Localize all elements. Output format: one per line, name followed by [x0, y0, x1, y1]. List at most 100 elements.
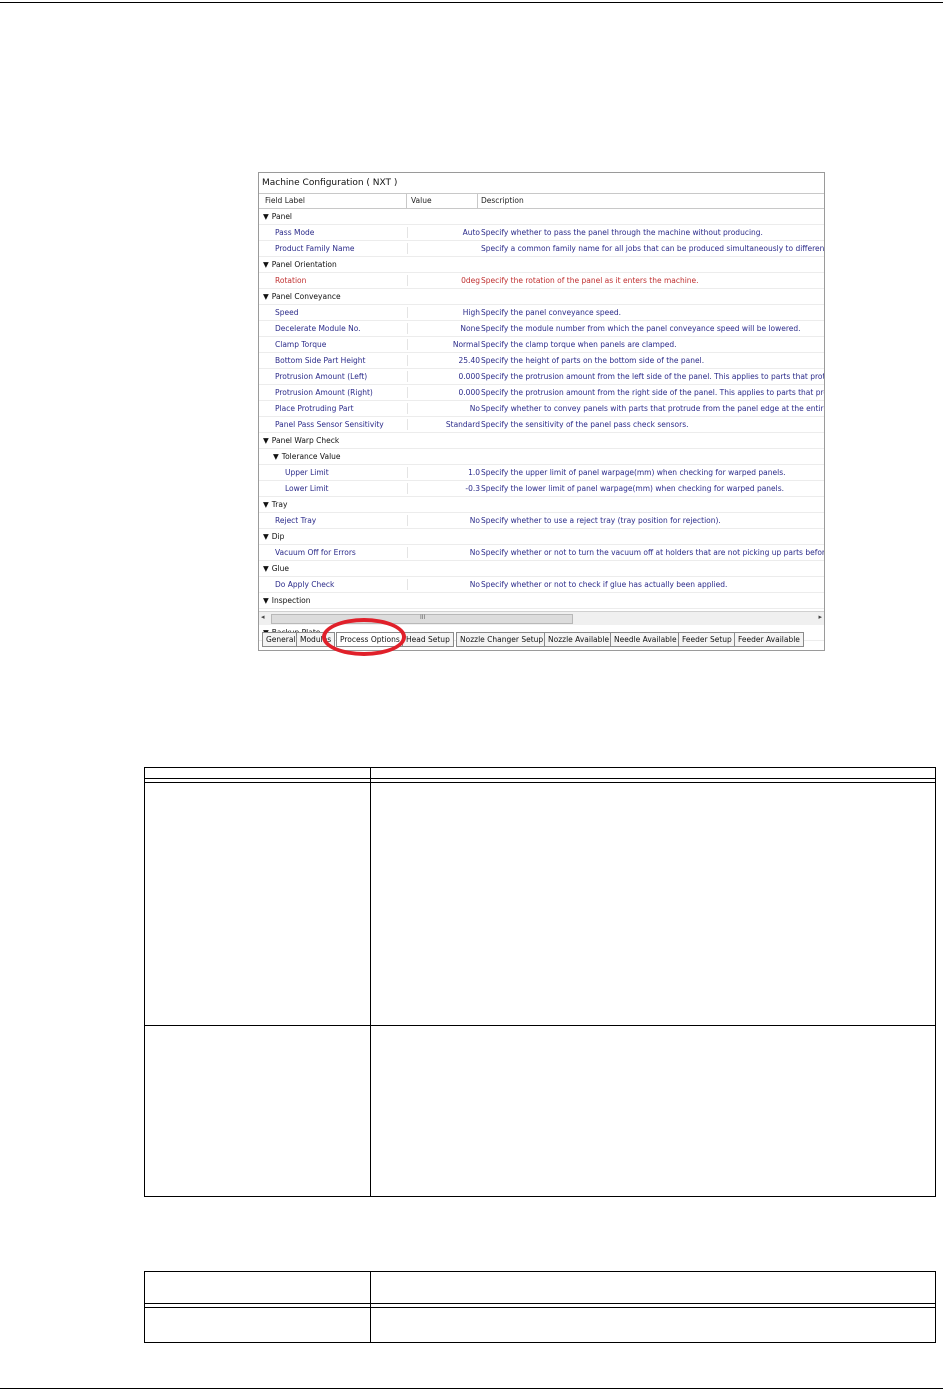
row-label: ▼ Panel	[263, 212, 293, 221]
row-description: Specify the panel conveyance speed.	[481, 308, 622, 317]
window-title: Machine Configuration ( NXT )	[259, 173, 824, 194]
row-label: Pass Mode	[275, 228, 315, 237]
scroll-right-arrow-icon[interactable]: ▸	[818, 613, 822, 621]
expand-triangle-icon[interactable]: ▼	[263, 292, 269, 301]
grid-row[interactable]: Bottom Side Part Height 25.40 Specify the …	[259, 353, 824, 369]
scroll-left-arrow-icon[interactable]: ◂	[261, 613, 265, 621]
row-label: Bottom Side Part Height	[275, 356, 366, 365]
row-description: Specify the upper limit of panel warpage…	[481, 468, 786, 477]
top-rule	[0, 2, 943, 3]
column-header-value[interactable]: Value	[411, 194, 432, 208]
scroll-thumb[interactable]: III	[271, 614, 573, 624]
grid-group-row[interactable]: ▼ Dip	[259, 529, 824, 545]
row-label: Lower Limit	[285, 484, 329, 493]
tab-head-setup[interactable]: Head Setup	[402, 632, 454, 647]
grid-row[interactable]: Do Apply Check No Specify whether or not t…	[259, 577, 824, 593]
grid-row[interactable]: Decelerate Module No. None Specify the mod…	[259, 321, 824, 337]
grid-row[interactable]: Panel Pass Sensor Sensitivity Standard Spe…	[259, 417, 824, 433]
row-value[interactable]: No	[470, 513, 480, 528]
expand-triangle-icon[interactable]: ▼	[263, 436, 269, 445]
grid-row[interactable]: Clamp Torque Normal Specify the clamp torq…	[259, 337, 824, 353]
row-value[interactable]: 0deg	[461, 273, 480, 288]
doc-table-1	[144, 767, 936, 1197]
row-value[interactable]: Auto	[463, 225, 480, 240]
tab-feeder-setup[interactable]: Feeder Setup	[678, 632, 736, 647]
row-label: ▼ Tolerance Value	[273, 452, 341, 461]
row-description: Specify the height of parts on the botto…	[481, 356, 705, 365]
row-description: Specify the protrusion amount from the l…	[481, 372, 825, 381]
row-value[interactable]: No	[470, 401, 480, 416]
row-value[interactable]: No	[470, 577, 480, 592]
row-label: ▼ Dip	[263, 532, 285, 541]
grid-row[interactable]: Protrusion Amount (Right) 0.000 Specify th…	[259, 385, 824, 401]
expand-triangle-icon[interactable]: ▼	[263, 260, 269, 269]
row-description: Specify the clamp torque when panels are…	[481, 340, 677, 349]
tab-needle-available[interactable]: Needle Available	[610, 632, 681, 647]
expand-triangle-icon[interactable]: ▼	[263, 564, 269, 573]
row-value[interactable]: 25.40	[459, 353, 480, 368]
row-label: Protrusion Amount (Left)	[275, 372, 368, 381]
grid-group-row[interactable]: ▼ Panel Conveyance	[259, 289, 824, 305]
grid-row[interactable]: Vacuum Off for Errors No Specify whether o…	[259, 545, 824, 561]
grid-group-row[interactable]: ▼ Glue	[259, 561, 824, 577]
row-value[interactable]: None	[460, 321, 480, 336]
row-value[interactable]: No	[470, 545, 480, 560]
row-label: Clamp Torque	[275, 340, 327, 349]
grid-row[interactable]: Rotation 0deg Specify the rotation of the …	[259, 273, 824, 289]
grid-row[interactable]: Speed High Specify the panel conveyance sp…	[259, 305, 824, 321]
row-label: Panel Pass Sensor Sensitivity	[275, 420, 384, 429]
grid-row[interactable]: Protrusion Amount (Left) 0.000 Specify the…	[259, 369, 824, 385]
expand-triangle-icon[interactable]: ▼	[263, 596, 269, 605]
tab-feeder-available[interactable]: Feeder Available	[734, 632, 804, 647]
machine-configuration-window: Machine Configuration ( NXT ) Field Labe…	[258, 172, 825, 651]
grid-row[interactable]: Product Family Name Specify a common fami…	[259, 241, 824, 257]
row-description: Specify whether or not to turn the vacuu…	[481, 548, 825, 557]
row-label: Speed	[275, 308, 299, 317]
row-label: ▼ Tray	[263, 500, 288, 509]
row-label: Product Family Name	[275, 244, 355, 253]
expand-triangle-icon[interactable]: ▼	[263, 212, 269, 221]
column-header-description[interactable]: Description	[481, 194, 524, 208]
tab-general[interactable]: General	[262, 632, 300, 647]
row-value[interactable]: 1.0	[468, 465, 480, 480]
scroll-grip: III	[420, 614, 426, 621]
row-label: ▼ Inspection	[263, 596, 311, 605]
row-label: Vacuum Off for Errors	[275, 548, 356, 557]
row-label: ▼ Panel Conveyance	[263, 292, 341, 301]
grid-row[interactable]: Place Protruding Part No Specify whether t…	[259, 401, 824, 417]
grid-row[interactable]: Lower Limit -0.3 Specify the lower limit o…	[259, 481, 824, 497]
grid-group-row[interactable]: ▼ Inspection	[259, 593, 824, 609]
row-label: Do Apply Check	[275, 580, 335, 589]
row-description: Specify the module number from which the…	[481, 324, 801, 333]
row-description: Specify whether to pass the panel throug…	[481, 228, 763, 237]
grid-header: Field Label Value Description	[259, 194, 824, 209]
grid-row[interactable]: Pass Mode Auto Specify whether to pass the…	[259, 225, 824, 241]
grid-group-row[interactable]: ▼ Panel Orientation	[259, 257, 824, 273]
expand-triangle-icon[interactable]: ▼	[263, 500, 269, 509]
row-value[interactable]: High	[463, 305, 480, 320]
grid-group-row[interactable]: ▼ Tolerance Value	[259, 449, 824, 465]
row-value[interactable]: 0.000	[459, 385, 480, 400]
expand-triangle-icon[interactable]: ▼	[263, 532, 269, 541]
expand-triangle-icon[interactable]: ▼	[273, 452, 279, 461]
row-description: Specify the protrusion amount from the r…	[481, 388, 825, 397]
row-value[interactable]: Normal	[453, 337, 480, 352]
grid-row[interactable]: Reject Tray No Specify whether to use a re…	[259, 513, 824, 529]
row-label: Place Protruding Part	[275, 404, 354, 413]
tab-nozzle-available[interactable]: Nozzle Available	[544, 632, 614, 647]
tab-nozzle-changer-setup[interactable]: Nozzle Changer Setup	[456, 632, 548, 647]
row-label: Decelerate Module No.	[275, 324, 361, 333]
bottom-rule	[0, 1388, 943, 1389]
highlight-circle	[322, 618, 406, 656]
column-header-field-label[interactable]: Field Label	[265, 194, 305, 208]
grid-group-row[interactable]: ▼ Tray	[259, 497, 824, 513]
row-value[interactable]: -0.3	[465, 481, 480, 496]
grid-rows: ▼ Panel Pass Mode Auto Specify whether to pa…	[259, 209, 824, 641]
row-value[interactable]: 0.000	[459, 369, 480, 384]
grid-row[interactable]: Upper Limit 1.0 Specify the upper limit of…	[259, 465, 824, 481]
row-description: Specify whether to convey panels with pa…	[481, 404, 825, 413]
grid-group-row[interactable]: ▼ Panel Warp Check	[259, 433, 824, 449]
row-value[interactable]: Standard	[446, 417, 480, 432]
row-description: Specify the sensitivity of the panel pas…	[481, 420, 689, 429]
grid-group-row[interactable]: ▼ Panel	[259, 209, 824, 225]
